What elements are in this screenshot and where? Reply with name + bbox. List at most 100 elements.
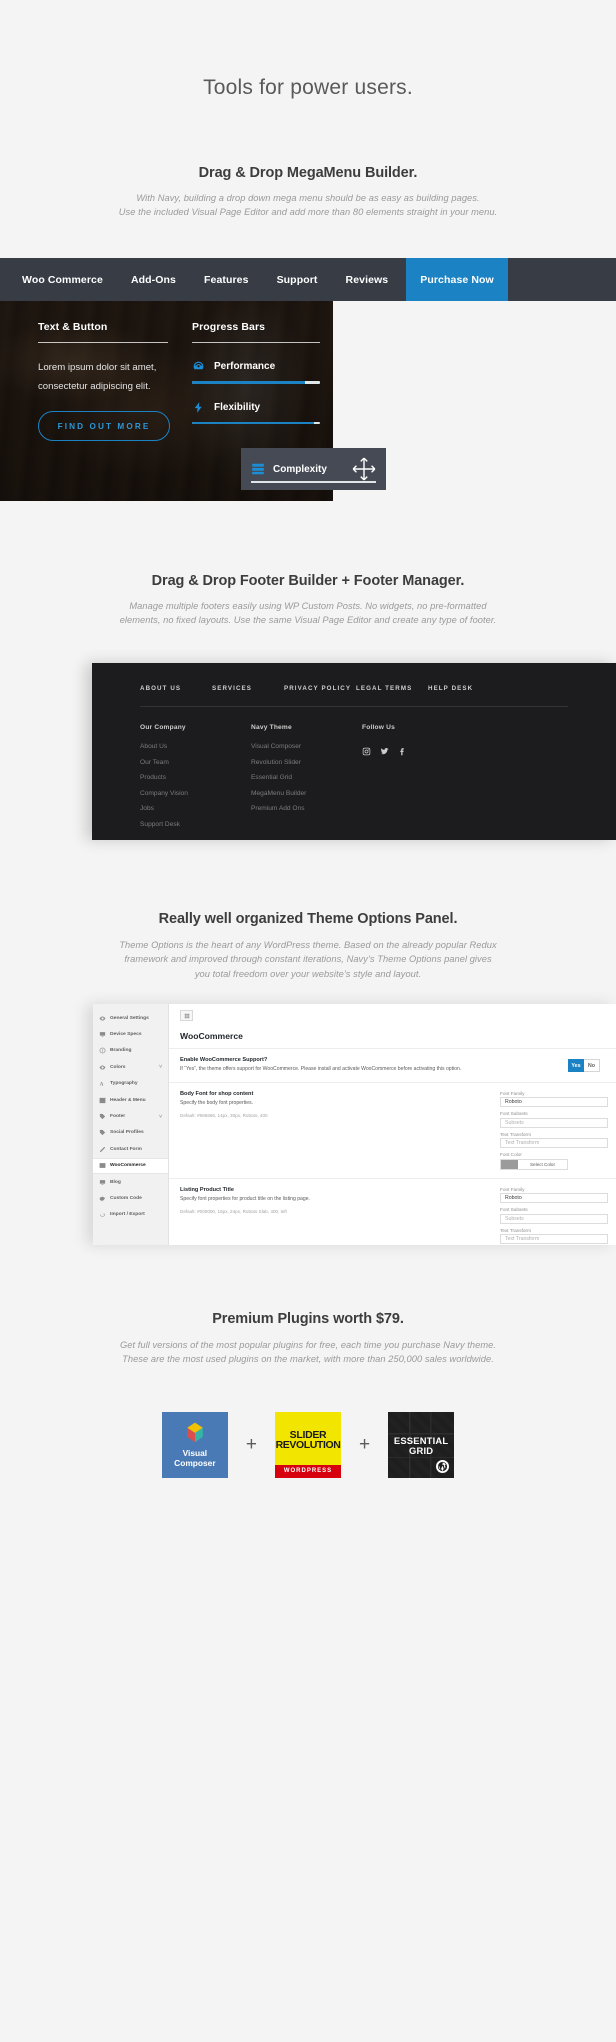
toggle-yes-button[interactable]: Yes — [568, 1059, 584, 1072]
sidebar-item-label: Colors — [110, 1064, 126, 1070]
footer-link[interactable]: Company Vision — [140, 790, 251, 797]
description-line-2: These are the most used plugins on the m… — [122, 1354, 494, 1365]
footer-top-links: ABOUT US SERVICES PRIVACY POLICY LEGAL T… — [92, 663, 616, 692]
facebook-icon[interactable] — [398, 743, 407, 761]
progress-bar-label: Flexibility — [214, 401, 261, 413]
globe-icon — [99, 1047, 106, 1054]
wordpress-icon — [436, 1460, 450, 1473]
social-icon-list — [362, 743, 482, 761]
sidebar-item-typography[interactable]: A Typography — [93, 1076, 168, 1092]
footer-column-our-company: Our Company About Us Our Team Products C… — [140, 724, 251, 836]
footer-link[interactable]: Our Team — [140, 759, 251, 766]
sidebar-item-label: Social Profiles — [110, 1130, 144, 1136]
plugin-name: SLIDER REVOLUTION — [275, 1428, 341, 1452]
font-subsets-select[interactable]: Subsets — [500, 1117, 608, 1128]
footer-link[interactable]: Revolution Slider — [251, 759, 362, 766]
font-subsets-select[interactable]: Subsets — [500, 1213, 608, 1224]
sidebar-item-footer[interactable]: Footer ˅ — [93, 1108, 168, 1124]
sidebar-item-label: Import / Export — [110, 1212, 145, 1218]
twitter-icon[interactable] — [380, 743, 389, 761]
description-line-1: Manage multiple footers easily using WP … — [129, 601, 487, 611]
field-label: Enable WooCommerce Support? — [180, 1057, 268, 1063]
footer-link[interactable]: Support Desk — [140, 821, 251, 828]
sidebar-item-device-specs[interactable]: Device Specs — [93, 1026, 168, 1042]
pencil-icon — [99, 1146, 106, 1153]
progress-bar-label: Performance — [214, 361, 276, 372]
move-cursor-icon — [351, 456, 377, 482]
plugin-name-line2: GRID — [408, 1444, 434, 1456]
footer-link[interactable]: Jobs — [140, 805, 251, 812]
nav-item-add-ons[interactable]: Add-Ons — [117, 258, 190, 301]
svg-text:A: A — [100, 1082, 104, 1087]
footer-link[interactable]: About Us — [140, 743, 251, 750]
description-line-2: Use the included Visual Page Editor and … — [118, 207, 498, 218]
sidebar-item-contact-form[interactable]: Contact Form — [93, 1141, 168, 1157]
plugin-platform-label: WORDPRESS — [275, 1465, 341, 1478]
footer-top-link-legal-terms[interactable]: LEGAL TERMS — [356, 685, 428, 692]
footer-section-title: Drag & Drop Footer Builder + Footer Mana… — [151, 573, 465, 589]
footer-top-link-privacy-policy[interactable]: PRIVACY POLICY — [284, 685, 356, 692]
yes-no-toggle[interactable]: Yes No — [568, 1059, 608, 1072]
footer-link[interactable]: Essential Grid — [251, 774, 362, 781]
purchase-now-button[interactable]: Purchase Now — [406, 258, 508, 301]
field-description: If “Yes”, the theme offers support for W… — [180, 1066, 462, 1072]
megamenu-column-text-button: Text & Button Lorem ipsum dolor sit amet… — [38, 321, 170, 442]
chevron-down-icon: ˅ — [159, 1064, 162, 1071]
select-color-button[interactable]: Select Color — [518, 1159, 567, 1169]
navigation-bar: Woo Commerce Add-Ons Features Support Re… — [0, 258, 616, 301]
typography-icon: A — [99, 1080, 106, 1088]
column-paragraph: Lorem ipsum dolor sit amet, consectetur … — [38, 362, 157, 392]
sidebar-item-header-menu[interactable]: Header & Menu — [93, 1092, 168, 1108]
footer-top-link-help-desk[interactable]: HELP DESK — [428, 685, 500, 692]
footer-link[interactable]: Premium Add Ons — [251, 805, 362, 812]
font-family-select[interactable]: Roboto — [500, 1193, 608, 1204]
sidebar-item-label: Contact Form — [110, 1146, 142, 1152]
plugin-name: Visual Composer — [174, 1448, 216, 1468]
sidebar-item-social-profiles[interactable]: Social Profiles — [93, 1125, 168, 1141]
options-sidebar: General Settings Device Specs Branding C… — [93, 1004, 169, 1245]
font-color-picker[interactable]: Select Color — [500, 1158, 568, 1170]
sidebar-item-colors[interactable]: Colors ˅ — [93, 1059, 168, 1075]
sidebar-item-branding[interactable]: Branding — [93, 1043, 168, 1059]
text-transform-select[interactable]: Text Transform — [500, 1234, 608, 1245]
plugin-slider-revolution[interactable]: SLIDER REVOLUTION WORDPRESS — [275, 1412, 341, 1478]
options-content-area: WooCommerce Enable WooCommerce Support? … — [169, 1004, 616, 1245]
sidebar-item-general-settings[interactable]: General Settings — [93, 1010, 168, 1026]
footer-link[interactable]: Products — [140, 774, 251, 781]
sidebar-item-blog[interactable]: Blog — [93, 1174, 168, 1190]
footer-top-link-services[interactable]: SERVICES — [212, 685, 284, 692]
visual-composer-logo-icon — [182, 1421, 208, 1445]
find-out-more-button[interactable]: FIND OUT MORE — [38, 411, 170, 442]
sidebar-item-import-export[interactable]: Import / Export — [93, 1207, 168, 1223]
font-family-select[interactable]: Roboto — [500, 1097, 608, 1108]
megamenu-column-progress-bars: Progress Bars Performance Flexibility — [192, 321, 320, 424]
dragging-element-tooltip[interactable]: Complexity — [241, 448, 386, 490]
sidebar-item-label: General Settings — [110, 1015, 149, 1021]
plugin-essential-grid[interactable]: ESSENTIAL GRID — [388, 1412, 455, 1478]
nav-item-reviews[interactable]: Reviews — [332, 258, 403, 301]
footer-link[interactable]: MegaMenu Builder — [251, 790, 362, 797]
input-sublabel: Text Transform — [500, 1227, 531, 1233]
description-line-2: elements, no fixed layouts. Use the same… — [119, 615, 497, 626]
nav-item-support[interactable]: Support — [263, 258, 332, 301]
nav-item-features[interactable]: Features — [190, 258, 263, 301]
footer-column-heading: Navy Theme — [251, 724, 292, 731]
footer-top-link-about-us[interactable]: ABOUT US — [140, 685, 212, 692]
plugin-visual-composer[interactable]: Visual Composer — [161, 1412, 228, 1478]
grid-icon — [184, 1013, 189, 1018]
nav-item-woo-commerce[interactable]: Woo Commerce — [8, 258, 117, 301]
footer-link[interactable]: Visual Composer — [251, 743, 362, 750]
sidebar-item-woocommerce[interactable]: WooCommerce — [93, 1157, 168, 1174]
instagram-icon[interactable] — [362, 743, 371, 761]
footer-mockup: ABOUT US SERVICES PRIVACY POLICY LEGAL T… — [92, 663, 616, 840]
column-heading: Text & Button — [38, 321, 108, 333]
image-icon — [99, 1162, 106, 1169]
column-divider — [192, 342, 320, 343]
toggle-no-button[interactable]: No — [584, 1059, 600, 1072]
sidebar-item-custom-code[interactable]: Custom Code — [93, 1190, 168, 1206]
plus-separator-1: + — [245, 1434, 257, 1455]
text-transform-select[interactable]: Text Transform — [500, 1138, 608, 1149]
field-description: Specify font properties for product titl… — [180, 1195, 310, 1202]
panel-tab-icon-button[interactable] — [180, 1010, 193, 1021]
sidebar-item-label: Device Specs — [110, 1032, 142, 1038]
